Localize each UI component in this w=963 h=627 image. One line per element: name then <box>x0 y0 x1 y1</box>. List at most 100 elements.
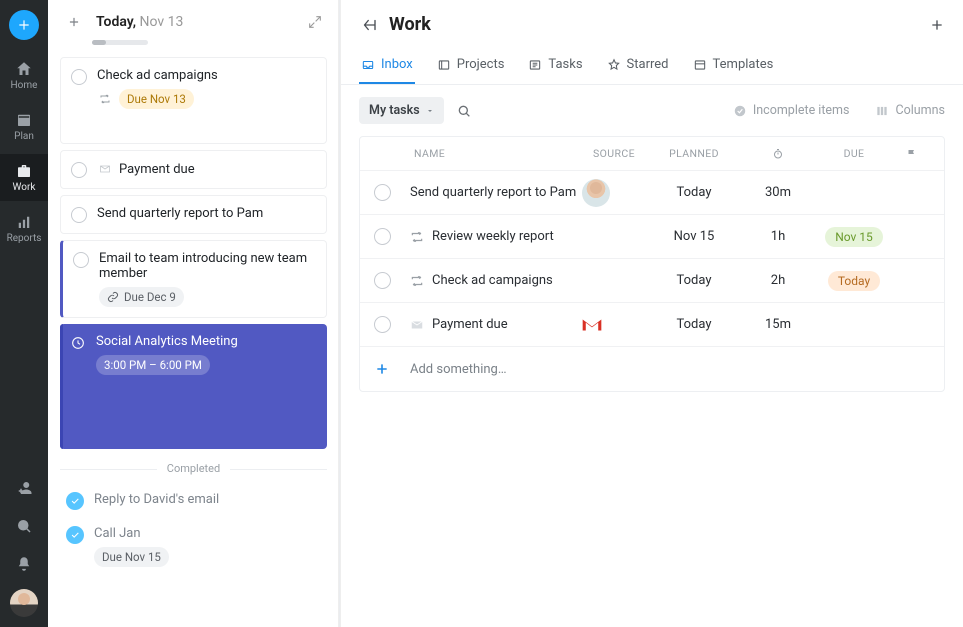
th-name: NAME <box>410 147 582 160</box>
filter-dropdown[interactable]: My tasks <box>359 97 444 124</box>
nav-label-work: Work <box>13 182 36 193</box>
tab-tasks[interactable]: Tasks <box>526 51 584 84</box>
row-name: Check ad campaigns <box>432 273 553 288</box>
mail-icon <box>410 318 424 332</box>
projects-icon <box>437 58 451 72</box>
link-icon <box>107 291 119 303</box>
nav-label-home: Home <box>11 80 38 91</box>
calendar-icon <box>15 111 33 129</box>
expand-icon <box>307 14 323 30</box>
row-checkbox[interactable] <box>374 184 391 201</box>
rail-search-button[interactable] <box>0 509 48 543</box>
tab-starred[interactable]: Starred <box>605 51 671 84</box>
task-checkbox[interactable] <box>73 252 89 268</box>
th-source: SOURCE <box>582 147 646 160</box>
panel-title: Work <box>389 14 919 35</box>
today-date: Nov 13 <box>140 14 184 30</box>
add-task-button[interactable] <box>64 12 84 32</box>
row-checkbox[interactable] <box>374 272 391 289</box>
plus-icon <box>17 18 31 32</box>
task-title: Check ad campaigns <box>97 68 316 83</box>
nav-item-plan[interactable]: Plan <box>0 103 48 150</box>
stopwatch-icon <box>772 148 784 160</box>
status-filter[interactable]: Incomplete items <box>733 103 850 118</box>
back-collapse-icon <box>360 16 378 34</box>
completed-divider: Completed <box>60 461 327 476</box>
th-planned: PLANNED <box>646 147 742 160</box>
mail-icon <box>97 161 113 177</box>
row-planned: Today <box>646 185 742 200</box>
task-card[interactable]: Payment due <box>60 150 327 189</box>
task-card[interactable]: Send quarterly report to Pam <box>60 195 327 234</box>
today-panel: Today, Nov 13 Check ad campaigns Due Nov… <box>48 0 340 627</box>
columns-label: Columns <box>895 103 945 118</box>
th-duration <box>742 148 814 160</box>
row-name: Review weekly report <box>432 229 554 244</box>
completed-task[interactable]: Call Jan Due Nov 15 <box>60 518 327 575</box>
user-avatar[interactable] <box>10 589 38 617</box>
add-row-label: Add something… <box>410 362 582 377</box>
tab-templates[interactable]: Templates <box>691 51 776 84</box>
row-checkbox[interactable] <box>374 316 391 333</box>
row-name: Send quarterly report to Pam <box>410 185 576 200</box>
tab-inbox[interactable]: Inbox <box>359 51 415 84</box>
table-row[interactable]: Check ad campaigns Today 2h Today <box>360 259 944 303</box>
row-planned: Today <box>646 273 742 288</box>
tab-projects[interactable]: Projects <box>435 51 507 84</box>
link-chip: Due Dec 9 <box>99 287 184 307</box>
search-icon <box>456 103 472 119</box>
task-card[interactable]: Check ad campaigns Due Nov 13 <box>60 57 327 144</box>
templates-icon <box>693 58 707 72</box>
table-row[interactable]: Payment due Today 15m <box>360 303 944 347</box>
gmail-icon <box>582 318 602 332</box>
panel-add-button[interactable] <box>929 17 945 33</box>
flag-icon <box>906 148 918 160</box>
completed-label: Completed <box>157 462 230 475</box>
nav-label-plan: Plan <box>14 131 34 142</box>
task-checkbox[interactable] <box>71 207 87 223</box>
search-button[interactable] <box>456 103 472 119</box>
event-time-chip: 3:00 PM – 6:00 PM <box>96 355 210 375</box>
completed-task[interactable]: Reply to David's email <box>60 484 327 518</box>
bell-icon <box>15 555 33 573</box>
today-label: Today, <box>96 14 136 30</box>
briefcase-icon <box>15 162 33 180</box>
task-checkbox[interactable] <box>71 69 87 85</box>
nav-item-home[interactable]: Home <box>0 52 48 99</box>
left-rail: Home Plan Work Reports <box>0 0 48 627</box>
search-icon <box>15 517 33 535</box>
due-chip: Due Nov 13 <box>119 89 194 109</box>
event-card[interactable]: Social Analytics Meeting 3:00 PM – 6:00 … <box>60 324 327 449</box>
task-card[interactable]: Email to team introducing new team membe… <box>60 240 327 318</box>
th-flag <box>894 148 930 160</box>
nav-item-work[interactable]: Work <box>0 154 48 201</box>
status-filter-label: Incomplete items <box>753 103 850 118</box>
back-button[interactable] <box>359 15 379 35</box>
tasks-table: NAME SOURCE PLANNED DUE Send quarterly r… <box>359 136 945 392</box>
table-row[interactable]: Review weekly report Nov 15 1h Nov 15 <box>360 215 944 259</box>
nav-label-reports: Reports <box>7 233 42 244</box>
row-duration: 1h <box>742 229 814 244</box>
row-planned: Nov 15 <box>646 229 742 244</box>
columns-button[interactable]: Columns <box>875 103 945 118</box>
nav-item-reports[interactable]: Reports <box>0 205 48 252</box>
row-checkbox[interactable] <box>374 228 391 245</box>
task-checkbox-done[interactable] <box>66 526 84 544</box>
repeat-icon <box>410 230 424 244</box>
add-row[interactable]: Add something… <box>360 347 944 391</box>
tab-label: Templates <box>713 57 774 72</box>
check-icon <box>70 530 80 540</box>
table-row[interactable]: Send quarterly report to Pam Today 30m <box>360 171 944 215</box>
add-person-button[interactable] <box>0 471 48 505</box>
clock-icon <box>70 335 86 351</box>
task-title: Call Jan <box>94 526 321 541</box>
expand-button[interactable] <box>307 14 323 30</box>
repeat-icon <box>97 91 113 107</box>
task-title: Reply to David's email <box>94 492 219 507</box>
task-checkbox-done[interactable] <box>66 492 84 510</box>
notifications-button[interactable] <box>0 547 48 581</box>
rail-add-button[interactable] <box>9 10 39 40</box>
caret-down-icon <box>426 107 434 115</box>
row-duration: 15m <box>742 317 814 332</box>
task-checkbox[interactable] <box>71 162 87 178</box>
